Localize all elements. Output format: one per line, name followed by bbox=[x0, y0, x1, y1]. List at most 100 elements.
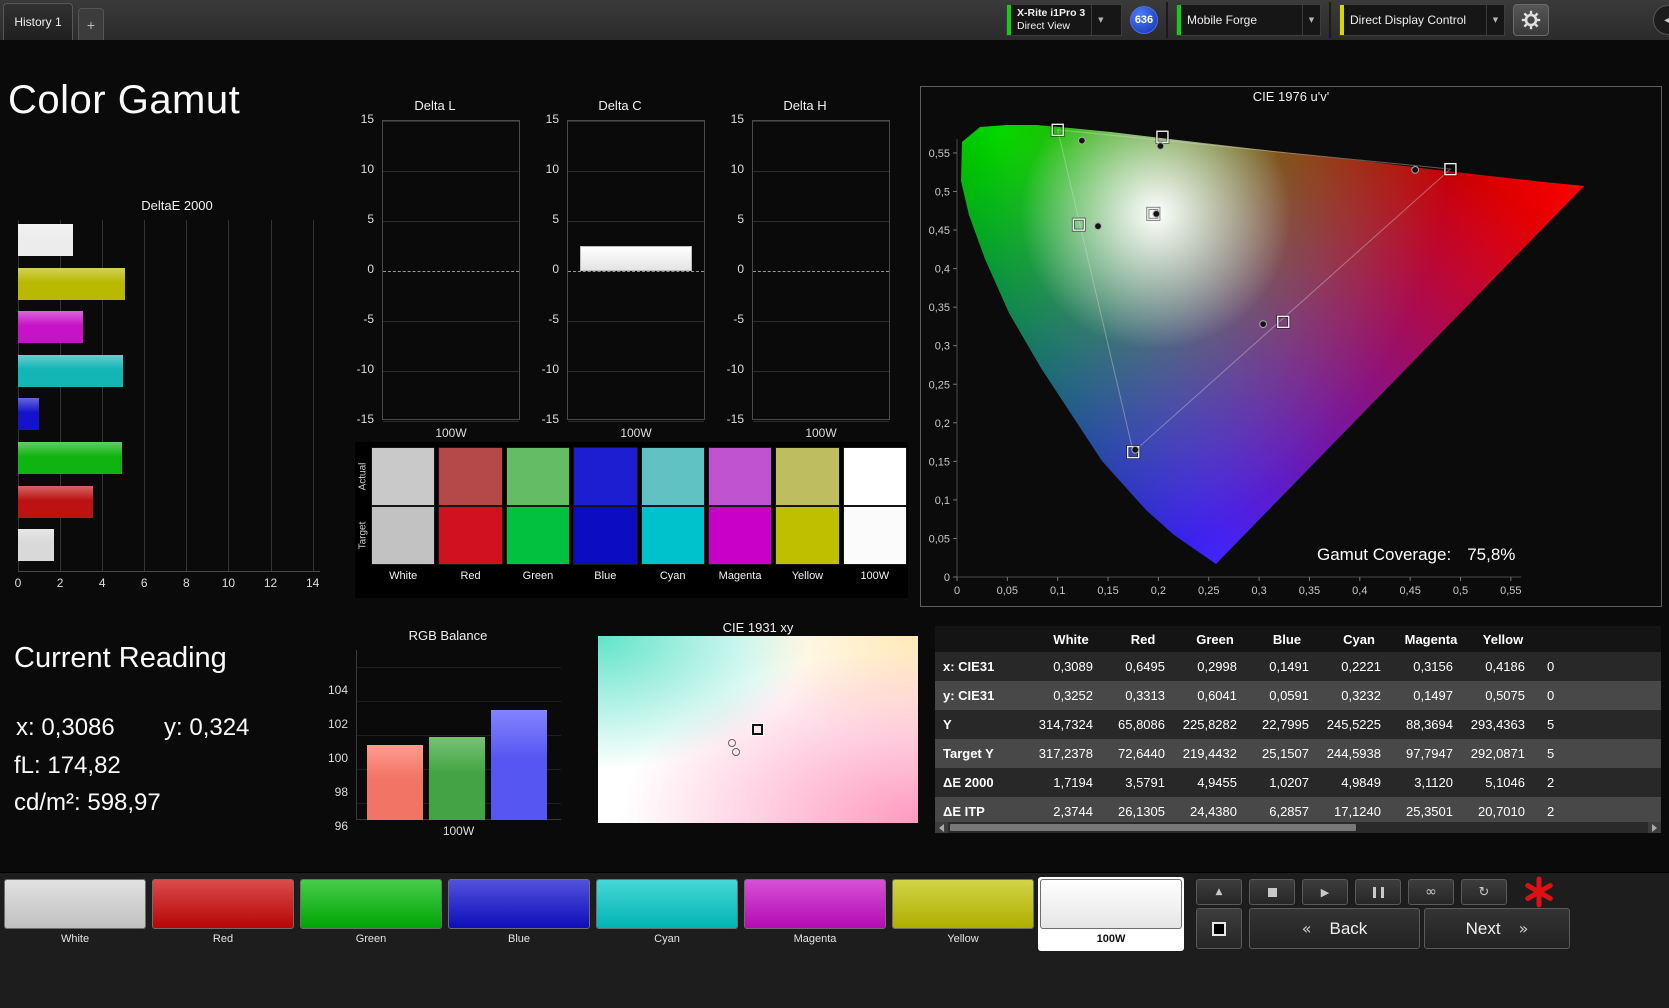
table-cell: 0,3156 bbox=[1395, 652, 1467, 681]
y-tick-label: 15 bbox=[730, 112, 744, 126]
y-tick-label: -5 bbox=[733, 312, 744, 326]
add-tab-button[interactable]: + bbox=[78, 8, 104, 40]
plot-area bbox=[382, 120, 520, 422]
gridline bbox=[270, 220, 272, 571]
table-row: y: CIE31 0,3252 0,3313 0,6041 0,0591 0,3232 0,… bbox=[935, 681, 1661, 710]
swatch-target bbox=[438, 506, 503, 565]
collapse-panel-button[interactable]: ◀ bbox=[1653, 5, 1669, 35]
y-tick-label: 100 bbox=[327, 751, 348, 765]
pattern-label: Red bbox=[212, 933, 234, 945]
chart-title: Delta C bbox=[598, 98, 642, 113]
table-header-cell: Blue bbox=[1272, 631, 1302, 647]
plot-area bbox=[567, 120, 705, 422]
gridline bbox=[568, 121, 704, 122]
x-tick-label: 0,35 bbox=[1299, 585, 1320, 597]
x-tick-label: 0,2 bbox=[1151, 585, 1166, 597]
y-tick-label: 0,1 bbox=[935, 495, 950, 507]
row-label: y: CIE31 bbox=[935, 681, 1035, 710]
stop-button[interactable] bbox=[1249, 879, 1295, 905]
pattern-button-100w[interactable]: 100W bbox=[1038, 877, 1184, 951]
plot-area bbox=[356, 650, 561, 820]
table-cell: 1,0207 bbox=[1251, 768, 1323, 797]
swatch-target bbox=[573, 506, 638, 565]
scroll-left-button[interactable] bbox=[935, 822, 948, 833]
swatch-label: Green bbox=[522, 570, 554, 582]
play-icon: ▶ bbox=[1320, 885, 1330, 899]
swatch-target bbox=[505, 506, 571, 565]
pattern-button-yellow[interactable]: Yellow bbox=[890, 877, 1036, 951]
display-control-dropdown[interactable]: Direct Display Control ▼ bbox=[1339, 4, 1505, 36]
pattern-button-magenta[interactable]: Magenta bbox=[742, 877, 888, 951]
pattern-swatch bbox=[448, 879, 590, 929]
x-tick-label: 8 bbox=[183, 576, 190, 590]
gridline bbox=[753, 171, 889, 172]
deltae-bar-yellow bbox=[18, 267, 126, 300]
play-button[interactable]: ▶ bbox=[1302, 879, 1348, 905]
gamut-coverage-value: 75,8% bbox=[1467, 545, 1516, 564]
table-cell: 0,4186 bbox=[1467, 652, 1539, 681]
pattern-button-green[interactable]: Green bbox=[298, 877, 444, 951]
table-header-cell bbox=[935, 626, 1035, 652]
pattern-button-blue[interactable]: Blue bbox=[446, 877, 592, 951]
table-header-row: White Red Green Blue Cyan Magenta Yellow bbox=[935, 626, 1661, 652]
meter-count-badge[interactable]: 636 bbox=[1130, 6, 1158, 34]
gridline bbox=[753, 221, 889, 222]
table-horizontal-scrollbar[interactable] bbox=[935, 822, 1661, 833]
gridline bbox=[568, 321, 704, 322]
gridline bbox=[357, 667, 561, 668]
table-cell: 3,5791 bbox=[1107, 768, 1179, 797]
swatch-column-magenta: Magenta bbox=[707, 447, 773, 587]
pause-button[interactable] bbox=[1355, 879, 1401, 905]
scrollbar-track[interactable] bbox=[948, 822, 1648, 833]
pattern-up-button[interactable]: ▲ bbox=[1196, 879, 1242, 905]
table-row: ΔE 2000 1,7194 3,5791 4,9455 1,0207 4,9849 3,1… bbox=[935, 768, 1661, 797]
swatch-actual bbox=[371, 447, 436, 506]
scroll-right-button[interactable] bbox=[1648, 822, 1661, 833]
scrollbar-thumb[interactable] bbox=[950, 824, 1356, 831]
pattern-window-icon bbox=[1212, 921, 1226, 936]
pattern-window-button[interactable] bbox=[1196, 908, 1242, 949]
gridline bbox=[144, 220, 146, 571]
table-cell: 1,7194 bbox=[1035, 768, 1107, 797]
continuous-measure-button[interactable]: ∞ bbox=[1408, 879, 1454, 905]
swatch-target bbox=[707, 506, 773, 565]
chevron-down-icon: ▼ bbox=[1302, 5, 1320, 35]
settings-gear-button[interactable] bbox=[1513, 4, 1549, 36]
y-tick-label: -5 bbox=[363, 312, 374, 326]
swatch-actual bbox=[573, 447, 638, 506]
table-cell: 65,8086 bbox=[1107, 710, 1179, 739]
meter-dropdown[interactable]: X-Rite i1Pro 3 Direct View ▼ bbox=[1006, 4, 1122, 36]
back-button[interactable]: « Back bbox=[1249, 908, 1420, 949]
meter-label: X-Rite i1Pro 3 Direct View bbox=[1011, 7, 1091, 33]
next-button[interactable]: Next » bbox=[1424, 908, 1570, 949]
pattern-buttons: White Red Green Blue Cyan Magenta Yellow 100W bbox=[2, 877, 1184, 951]
y-tick-label: 0 bbox=[367, 262, 374, 276]
cie1931-panel: CIE 1931 xy bbox=[598, 618, 918, 826]
measurement-table: White Red Green Blue Cyan Magenta Yellow x: CIE… bbox=[935, 626, 1661, 826]
stop-icon bbox=[1267, 887, 1277, 897]
table-cell: 293,4363 bbox=[1467, 710, 1539, 739]
tab-history-1[interactable]: History 1 bbox=[3, 3, 73, 40]
row-label: Y bbox=[935, 710, 1035, 739]
pattern-label: Blue bbox=[507, 933, 531, 945]
table-cell-clipped: 0 bbox=[1539, 652, 1661, 681]
pattern-label: Cyan bbox=[654, 933, 680, 945]
plot-area bbox=[752, 120, 890, 422]
pattern-label: Magenta bbox=[793, 933, 837, 945]
table-header-cell: Green bbox=[1196, 631, 1234, 647]
y-tick-label: 0 bbox=[944, 572, 950, 584]
table-cell: 0,5075 bbox=[1467, 681, 1539, 710]
measured-marker bbox=[731, 747, 740, 756]
source-dropdown[interactable]: Mobile Forge ▼ bbox=[1176, 4, 1321, 36]
table-cell: 5,1046 bbox=[1467, 768, 1539, 797]
refresh-button[interactable]: ↻ bbox=[1461, 879, 1507, 905]
swatch-label: Yellow bbox=[791, 570, 824, 582]
chart-title: Delta H bbox=[783, 98, 827, 113]
table-cell: 0,1491 bbox=[1251, 652, 1323, 681]
zero-line bbox=[753, 271, 889, 272]
pattern-button-cyan[interactable]: Cyan bbox=[594, 877, 740, 951]
y-tick-label: -10 bbox=[356, 362, 374, 376]
pattern-button-white[interactable]: White bbox=[2, 877, 148, 951]
top-right-controls: X-Rite i1Pro 3 Direct View ▼ 636 Mobile … bbox=[1006, 2, 1549, 38]
pattern-button-red[interactable]: Red bbox=[150, 877, 296, 951]
